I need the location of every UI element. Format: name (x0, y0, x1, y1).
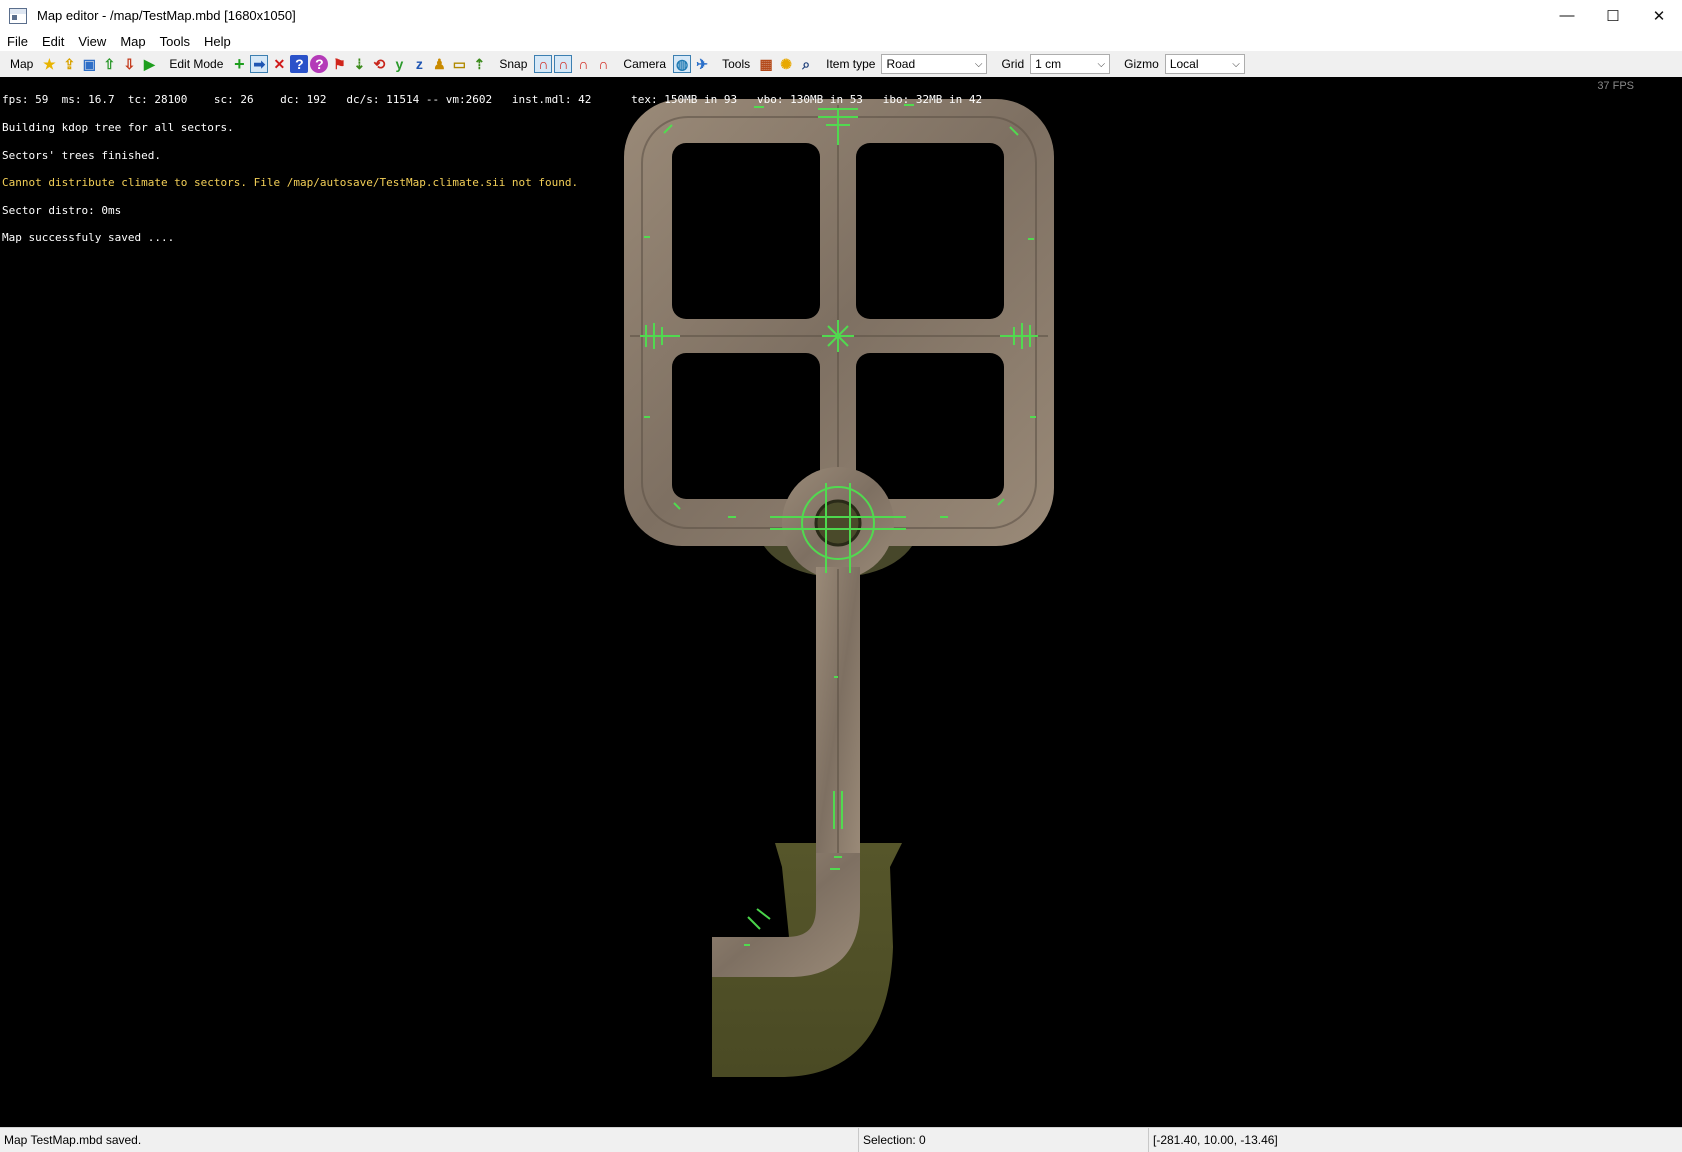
place-person-icon[interactable]: ♟ (430, 55, 448, 73)
add-item-icon[interactable]: + (230, 55, 248, 73)
move-up-icon[interactable]: ⇡ (470, 55, 488, 73)
window-title: Map editor - /map/TestMap.mbd [1680x1050… (37, 8, 296, 23)
grid-tool-icon[interactable]: ▦ (757, 55, 775, 73)
gizmo-label: Gizmo (1124, 57, 1159, 71)
menu-view[interactable]: View (71, 34, 113, 49)
item-type-label: Item type (826, 57, 876, 71)
question-icon[interactable]: ? (310, 55, 329, 73)
export-icon[interactable]: ⇧ (100, 55, 118, 73)
grid-label: Grid (1001, 57, 1025, 71)
selection-count: Selection: 0 (858, 1128, 1148, 1152)
tools-label: Tools (722, 57, 751, 71)
open-folder-icon[interactable]: ⇪ (60, 55, 78, 73)
close-button[interactable]: ✕ (1636, 0, 1682, 31)
move-down-icon[interactable]: ⇣ (350, 55, 368, 73)
menu-file[interactable]: File (0, 34, 35, 49)
toolbar: Map ★ ⇪ ▣ ⇧ ⇩ ▶ Edit Mode + ➡ ✕ ? ? ⚑ ⇣ … (0, 51, 1682, 78)
camera-label: Camera (623, 57, 667, 71)
console-line: Sector distro: 0ms (2, 203, 122, 217)
rotate-z-icon[interactable]: z (410, 55, 428, 73)
help-icon[interactable]: ? (290, 55, 309, 73)
rotate-y-icon[interactable]: y (390, 55, 408, 73)
status-bar: Map TestMap.mbd saved. Selection: 0 [-28… (0, 1127, 1682, 1152)
app-icon (9, 7, 27, 24)
sun-tool-icon[interactable]: ✺ (777, 55, 795, 73)
delete-icon[interactable]: ✕ (270, 55, 288, 73)
snap-label: Snap (499, 57, 528, 71)
console-line: Building kdop tree for all sectors. (2, 121, 234, 135)
block-bottom-right (856, 353, 1004, 499)
title-bar: Map editor - /map/TestMap.mbd [1680x1050… (0, 0, 1682, 32)
console-warning-line: Cannot distribute climate to sectors. Fi… (2, 176, 579, 190)
globe-camera-icon[interactable]: ◍ (673, 55, 692, 73)
fly-camera-icon[interactable]: ✈ (693, 55, 711, 73)
snap-magnet-2-icon[interactable]: ∩ (554, 55, 573, 73)
item-type-value: Road (886, 57, 916, 71)
menu-tools[interactable]: Tools (153, 34, 197, 49)
console-line: Map successfuly saved .... (2, 231, 175, 245)
play-icon[interactable]: ▶ (140, 55, 158, 73)
menu-edit[interactable]: Edit (35, 34, 71, 49)
import-icon[interactable]: ⇩ (120, 55, 138, 73)
flag-icon[interactable]: ⚑ (330, 55, 348, 73)
fps-counter: 37 FPS (1597, 80, 1634, 92)
snap-magnet-4-icon[interactable]: ∩ (594, 55, 612, 73)
stats-line: fps: 59 ms: 16.7 tc: 28100 sc: 26 dc: 19… (2, 93, 983, 107)
grid-select[interactable]: 1 cm ⌵ (1030, 54, 1111, 74)
maximize-button[interactable]: ☐ (1590, 0, 1636, 31)
menu-map[interactable]: Map (113, 34, 152, 49)
gizmo-value: Local (1169, 57, 1199, 71)
debug-console: fps: 59 ms: 16.7 tc: 28100 sc: 26 dc: 19… (2, 77, 982, 261)
item-type-select[interactable]: Road ⌵ (881, 54, 988, 74)
chevron-down-icon: ⌵ (1097, 58, 1106, 70)
chevron-down-icon: ⌵ (1232, 58, 1240, 70)
cursor-coordinates: [-281.40, 10.00, -13.46] (1148, 1128, 1682, 1152)
search-icon[interactable]: ⌕ (797, 55, 815, 73)
menu-help[interactable]: Help (197, 34, 238, 49)
save-icon[interactable]: ▣ (80, 55, 98, 73)
snap-magnet-3-icon[interactable]: ∩ (574, 55, 592, 73)
chevron-down-icon: ⌵ (974, 58, 983, 70)
window-controls: — ☐ ✕ (1544, 0, 1682, 31)
grid-value: 1 cm (1035, 57, 1062, 71)
menu-bar: File Edit View Map Tools Help (0, 31, 1682, 51)
minimize-button[interactable]: — (1544, 0, 1590, 31)
status-message: Map TestMap.mbd saved. (4, 1133, 142, 1147)
favorite-star-icon[interactable]: ★ (40, 55, 58, 73)
ruler-icon[interactable]: ▭ (450, 55, 468, 73)
rotate-x-icon[interactable]: ⟲ (370, 55, 388, 73)
console-line: Sectors' trees finished. (2, 148, 161, 162)
move-arrow-icon[interactable]: ➡ (250, 55, 269, 73)
map-toolbar-label: Map (10, 57, 34, 71)
map-viewport[interactable]: fps: 59 ms: 16.7 tc: 28100 sc: 26 dc: 19… (0, 77, 1682, 1127)
block-bottom-left (672, 353, 820, 499)
gizmo-select[interactable]: Local ⌵ (1164, 54, 1245, 74)
edit-mode-label: Edit Mode (169, 57, 224, 71)
snap-magnet-1-icon[interactable]: ∩ (534, 55, 553, 73)
